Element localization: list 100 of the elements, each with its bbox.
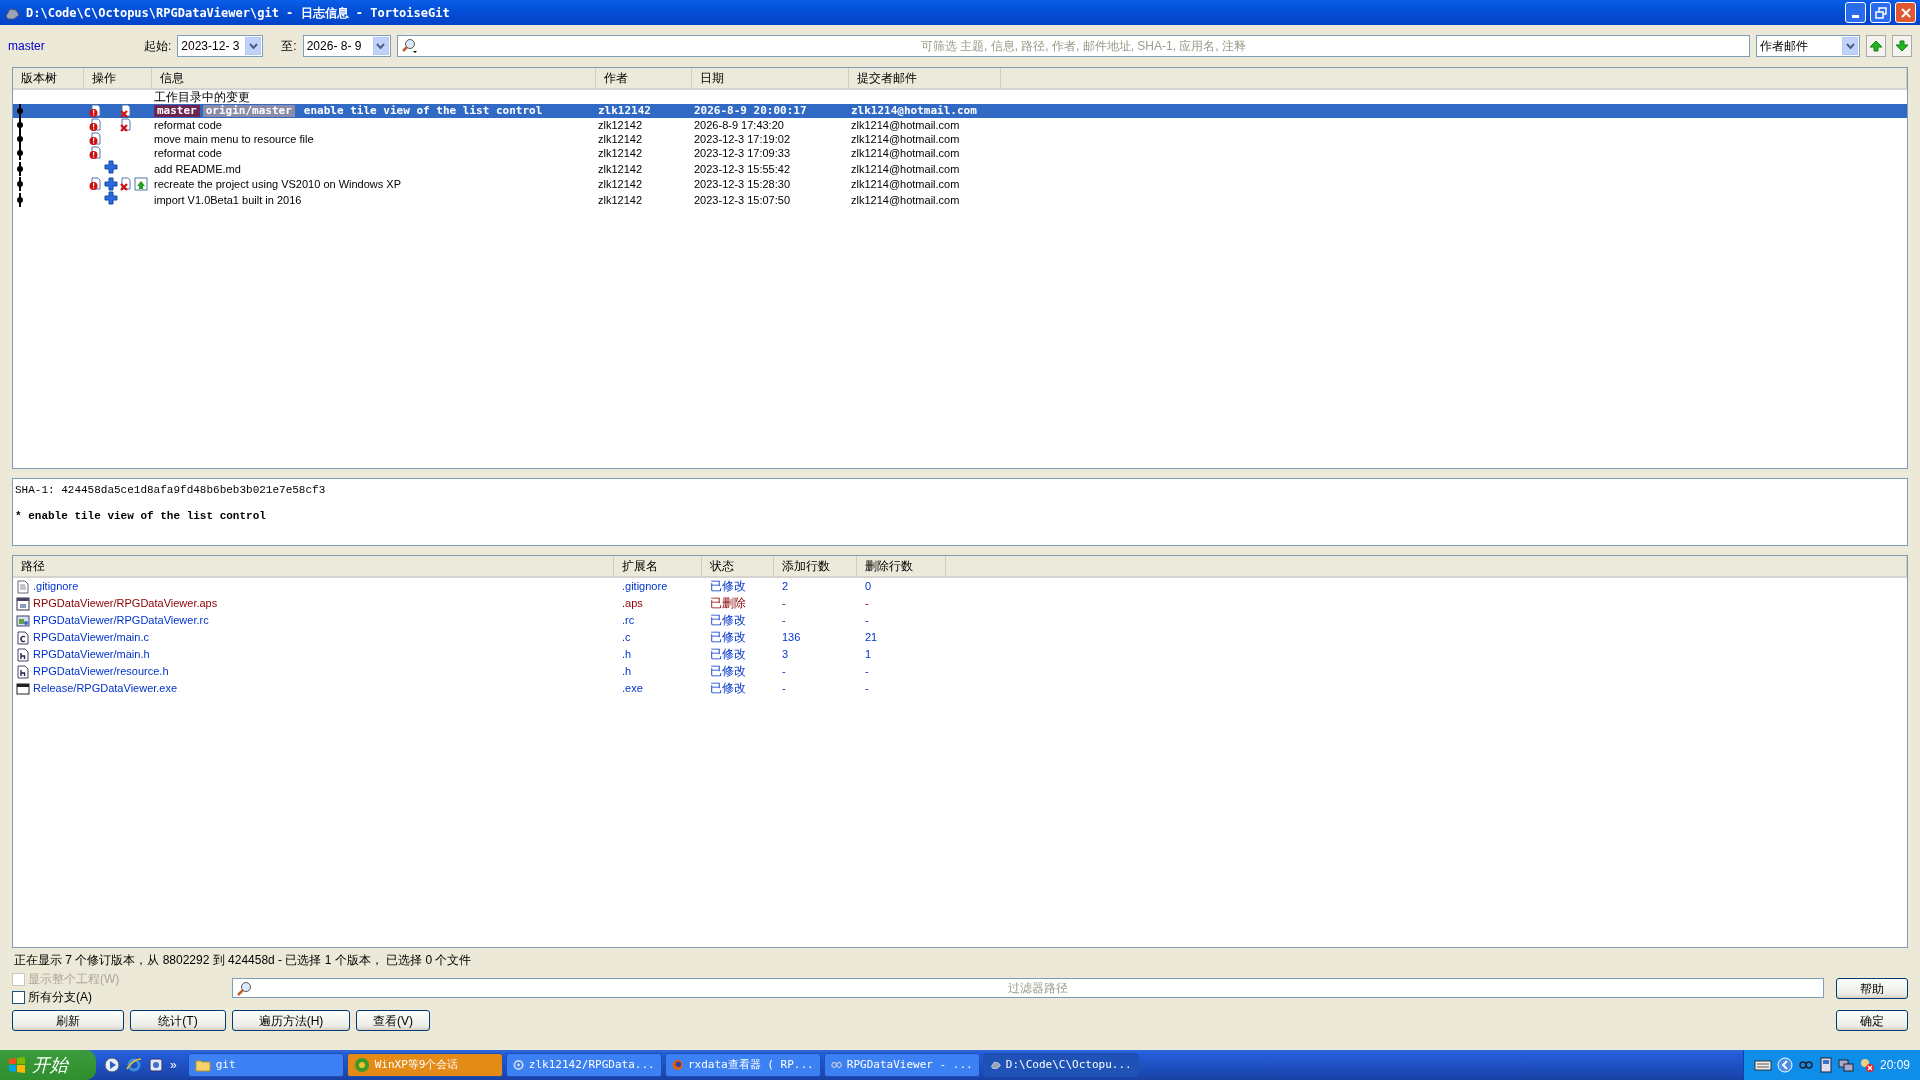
c-file-icon	[16, 631, 30, 646]
column-header[interactable]: 信息	[151, 68, 595, 89]
status-cell-text: 已修改	[709, 613, 746, 627]
file-path[interactable]: RPGDataViewer/main.h	[33, 648, 150, 660]
keyboard-icon[interactable]	[1753, 1058, 1772, 1072]
close-button[interactable]	[1895, 2, 1916, 23]
document-alert-icon	[89, 177, 103, 191]
deleted-lines-cell-text: -	[864, 597, 869, 609]
deleted-lines-cell-text: -	[864, 665, 869, 677]
email-cell: zlk1214@hotmail.com	[851, 104, 977, 117]
added-lines-cell-text: -	[781, 682, 786, 694]
column-header[interactable]: 扩展名	[613, 556, 701, 577]
header-file-icon	[16, 648, 30, 663]
device-icon[interactable]	[1818, 1057, 1833, 1073]
log-row[interactable]: recreate the project using VS2010 on Windows XP zlk12142 2023-12-3 15:28:30 zlk1214@hotmail.com	[13, 177, 1907, 191]
plus-icon	[104, 191, 118, 205]
log-row[interactable]: reformat code zlk12142 2023-12-3 17:09:33 zlk1214@hotmail.com	[13, 146, 1907, 160]
plus-icon	[104, 160, 118, 174]
taskbar-button[interactable]: RPGDataViewer - ...	[823, 1053, 980, 1077]
extension-cell-text: .gitignore	[621, 580, 668, 592]
file-path[interactable]: Release/RPGDataViewer.exe	[33, 682, 178, 694]
deleted-lines-cell-text: 1	[864, 648, 872, 660]
browser-icon[interactable]	[126, 1057, 142, 1073]
ok-button[interactable]: 确定	[1836, 1010, 1908, 1031]
to-label: 至:	[281, 38, 297, 55]
file-path[interactable]: .gitignore	[33, 580, 79, 592]
minimize-button[interactable]	[1845, 2, 1866, 23]
program-file-icon	[16, 682, 30, 697]
date-picker[interactable]: 2026- 8- 9	[302, 35, 391, 57]
author-cell: zlk12142	[598, 193, 643, 206]
start-button[interactable]: 开始	[0, 1050, 96, 1080]
email-cell: zlk1214@hotmail.com	[851, 133, 960, 145]
author-cell: zlk12142	[598, 119, 643, 131]
column-header[interactable]: 提交者邮件	[848, 68, 1000, 89]
log-row[interactable]: add README.md zlk12142 2023-12-3 15:55:42 zlk1214@hotmail.com	[13, 160, 1907, 177]
message-cell: 工作目录中的变更	[154, 90, 250, 104]
deleted-lines-cell-text: -	[864, 682, 869, 694]
date-picker[interactable]: 2023-12- 3	[177, 35, 264, 57]
taskbar-button[interactable]: zlk12142/RPGData...	[505, 1053, 662, 1077]
added-lines-cell-text: -	[781, 614, 786, 626]
restore-button[interactable]	[1870, 2, 1891, 23]
column-header[interactable]: 添加行数	[773, 556, 856, 577]
column-header[interactable]: 删除行数	[856, 556, 945, 577]
extension-cell-text: .h	[621, 665, 632, 677]
extension-cell-text: .exe	[621, 682, 643, 694]
search-icon[interactable]	[236, 981, 252, 997]
branch-link[interactable]: master	[8, 37, 138, 55]
sha-text: SHA-1: 424458da5ce1d8afa9fd48b6beb3b021e7e58cf3	[15, 483, 327, 498]
taskbar-button[interactable]: D:\Code\C\Octopu...	[982, 1053, 1139, 1077]
search-icon[interactable]	[400, 38, 419, 54]
more-button[interactable]: »	[170, 1056, 177, 1074]
column-header[interactable]: 路径	[13, 556, 613, 577]
date-cell: 2023-12-3 15:28:30	[694, 178, 791, 190]
date-cell: 2023-12-3 15:07:50	[694, 193, 791, 206]
expand-tray-icon[interactable]	[1776, 1057, 1793, 1073]
log-row[interactable]: master origin/master enable tile view of the list control zlk12142 2026-8-9 20:00:17 zlk1214@hotmail.com	[13, 104, 1907, 118]
action-button[interactable]: 查看(V)	[356, 1010, 430, 1031]
taskbar-button[interactable]: git	[187, 1053, 344, 1077]
tortoise-icon	[4, 5, 20, 20]
log-row[interactable]: 工作目录中的变更	[13, 89, 1907, 104]
media-player-icon[interactable]	[104, 1057, 120, 1073]
added-lines-cell-text: -	[781, 597, 786, 609]
next-button[interactable]	[1892, 35, 1912, 57]
column-header[interactable]: 日期	[691, 68, 848, 89]
file-path[interactable]: RPGDataViewer/main.c	[33, 631, 149, 643]
author-cell: zlk12142	[598, 133, 643, 145]
file-path[interactable]: RPGDataViewer/resource.h	[33, 665, 169, 677]
column-header[interactable]: 状态	[701, 556, 773, 577]
email-cell: zlk1214@hotmail.com	[851, 193, 960, 206]
windows-logo-icon	[8, 1056, 26, 1074]
filter-field-select[interactable]: 作者邮件	[1756, 35, 1860, 57]
alert-icon[interactable]	[1858, 1057, 1875, 1073]
search-field[interactable]: 可筛选 主题, 信息, 路径, 作者, 邮件地址, SHA-1, 应用名, 注释	[396, 35, 1750, 57]
status-text: 正在显示 7 个修订版本，从 8802292 到 424458d - 已选择 1 个版本， 已选择 0 个文件	[13, 952, 473, 969]
document-alert-icon	[89, 132, 103, 146]
app-icon[interactable]	[148, 1057, 164, 1073]
column-header[interactable]: 作者	[595, 68, 691, 89]
file-path[interactable]: RPGDataViewer/RPGDataViewer.rc	[33, 614, 209, 626]
status-cell-text: 已修改	[709, 664, 746, 678]
action-button[interactable]: 刷新	[12, 1010, 124, 1031]
log-row[interactable]: move main menu to resource file zlk12142 2023-12-3 17:19:02 zlk1214@hotmail.com	[13, 132, 1907, 146]
document-alert-icon	[89, 146, 103, 160]
column-header[interactable]: 操作	[83, 68, 151, 89]
file-path[interactable]: RPGDataViewer/RPGDataViewer.aps	[33, 597, 218, 609]
previous-button[interactable]	[1866, 35, 1886, 57]
path-filter-field[interactable]: 过滤器路径	[232, 978, 1824, 998]
email-cell: zlk1214@hotmail.com	[851, 147, 960, 159]
log-row[interactable]: import V1.0Beta1 built in 2016 zlk12142 2023-12-3 15:07:50 zlk1214@hotmail.com	[13, 191, 1907, 208]
close-icon	[1899, 6, 1912, 19]
column-header[interactable]: 版本树	[13, 68, 83, 89]
help-button[interactable]: 帮助	[1836, 978, 1908, 999]
link-icon[interactable]	[1797, 1059, 1814, 1071]
log-row[interactable]: reformat code zlk12142 2026-8-9 17:43:20 zlk1214@hotmail.com	[13, 118, 1907, 132]
taskbar-button[interactable]: rxdata查看器 ( RP...	[664, 1053, 821, 1077]
added-lines-cell-text: 3	[781, 648, 789, 660]
action-button[interactable]: 统计(T)	[130, 1010, 226, 1031]
action-button[interactable]: 遍历方法(H)	[232, 1010, 350, 1031]
message-cell: enable tile view of the list control	[303, 104, 543, 117]
checkbox[interactable]: 所有分支(A)	[12, 988, 220, 1006]
network-icon[interactable]	[1837, 1057, 1854, 1073]
